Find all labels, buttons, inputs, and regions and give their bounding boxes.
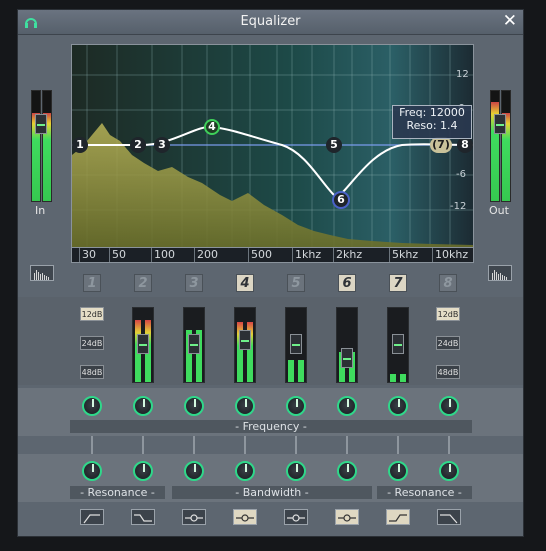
spectrum-analyzer-icon	[492, 270, 507, 280]
eq-node-8[interactable]: 8	[457, 137, 473, 153]
peak-icon	[287, 514, 305, 522]
band8-filter-type-button[interactable]	[437, 509, 461, 525]
band1-frequency-knob[interactable]	[82, 396, 102, 416]
band7-frequency-knob[interactable]	[388, 396, 408, 416]
freq-tick-10khz: 10khz	[432, 248, 468, 262]
band2-frequency-knob[interactable]	[133, 396, 153, 416]
band6-gain-fader[interactable]	[336, 307, 358, 383]
freq-tick-1khz: 1khz	[292, 248, 321, 262]
equalizer-window: Equalizer ✕ In Out 12 -6 -12 1 2 3 4 5 6…	[17, 9, 524, 537]
band4-filter-type-button[interactable]	[233, 509, 257, 525]
db-tick-minus6: -6	[456, 169, 466, 180]
band3-gain-fader[interactable]	[183, 307, 205, 383]
band1-slope-24db[interactable]: 24dB	[80, 336, 104, 350]
eq-node-6[interactable]: 6	[332, 191, 350, 209]
band6-filter-type-button[interactable]	[335, 509, 359, 525]
band3-bandwidth-knob[interactable]	[184, 461, 204, 481]
band1-slope-48db[interactable]: 48dB	[80, 365, 104, 379]
freq-tick-100: 100	[151, 248, 175, 262]
frequency-section-label: - Frequency -	[70, 420, 472, 433]
band-toggle-3[interactable]: 3	[185, 274, 203, 292]
tooltip-reso: Reso: 1.4	[406, 119, 458, 132]
band-toggle-4[interactable]: 4	[236, 274, 254, 292]
band8-slope-48db[interactable]: 48dB	[436, 365, 460, 379]
db-tick-minus12: -12	[450, 201, 467, 212]
band-toggle-8[interactable]: 8	[439, 274, 457, 292]
input-gain-fader[interactable]	[35, 114, 47, 134]
highpass-icon	[83, 514, 100, 524]
bandwidth-section-label: - Bandwidth -	[172, 486, 372, 499]
peak-icon	[185, 514, 203, 522]
node-tooltip: Freq: 12000 Reso: 1.4	[392, 105, 472, 139]
peak-icon	[338, 514, 356, 522]
resonance-section-label-right: - Resonance -	[377, 486, 472, 499]
peak-icon	[236, 514, 254, 522]
band-toggle-2[interactable]: 2	[134, 274, 152, 292]
band1-slope-12db[interactable]: 12dB	[80, 307, 104, 321]
eq-node-1[interactable]: 1	[72, 137, 88, 153]
band1-filter-type-button[interactable]	[80, 509, 104, 525]
db-tick-12: 12	[456, 69, 469, 80]
band8-resonance-knob[interactable]	[439, 461, 459, 481]
tooltip-freq: Freq: 12000	[399, 106, 465, 119]
band5-filter-type-button[interactable]	[284, 509, 308, 525]
band-toggle-1[interactable]: 1	[83, 274, 101, 292]
band8-frequency-knob[interactable]	[439, 396, 459, 416]
output-meter-right	[501, 90, 511, 202]
band2-resonance-knob[interactable]	[133, 461, 153, 481]
titlebar: Equalizer ✕	[18, 10, 523, 35]
output-meter-label: Out	[489, 204, 509, 217]
band6-bandwidth-knob[interactable]	[337, 461, 357, 481]
lowpass-icon	[440, 514, 458, 524]
band4-frequency-knob[interactable]	[235, 396, 255, 416]
freq-tick-200: 200	[194, 248, 218, 262]
band3-filter-type-button[interactable]	[182, 509, 206, 525]
band1-resonance-knob[interactable]	[82, 461, 102, 481]
band6-frequency-knob[interactable]	[337, 396, 357, 416]
close-icon[interactable]: ✕	[503, 11, 517, 31]
freq-tick-30: 30	[79, 248, 96, 262]
input-analyzer-button[interactable]	[30, 265, 54, 281]
freq-tick-500: 500	[248, 248, 272, 262]
band2-filter-type-button[interactable]	[131, 509, 155, 525]
resonance-section-label-left: - Resonance -	[70, 486, 165, 499]
freq-tick-5khz: 5khz	[389, 248, 418, 262]
band5-gain-fader[interactable]	[285, 307, 307, 383]
eq-node-5[interactable]: 5	[326, 137, 342, 153]
band3-frequency-knob[interactable]	[184, 396, 204, 416]
eq-node-3[interactable]: 3	[154, 137, 170, 153]
spectrum-analyzer-icon	[34, 270, 49, 280]
band7-resonance-knob[interactable]	[388, 461, 408, 481]
lowshelf-icon	[134, 514, 152, 522]
output-gain-fader[interactable]	[494, 114, 506, 134]
output-analyzer-button[interactable]	[488, 265, 512, 281]
input-meter-left	[31, 90, 41, 202]
freq-tick-2khz: 2khz	[333, 248, 362, 262]
frequency-axis: 30 50 100 200 500 1khz 2khz 5khz 10khz	[71, 248, 474, 263]
input-meter-label: In	[35, 204, 46, 217]
eq-node-4[interactable]: 4	[204, 119, 220, 135]
freq-tick-50: 50	[109, 248, 126, 262]
band5-bandwidth-knob[interactable]	[286, 461, 306, 481]
eq-node-7[interactable]: (7)	[430, 137, 452, 153]
window-title: Equalizer	[240, 14, 301, 29]
input-meter-right	[42, 90, 52, 202]
band-toggle-7[interactable]: 7	[389, 274, 407, 292]
eq-curve-graph[interactable]: 12 6 -6 -12 1 2 3 4 5 6 (7) 8 Freq: 1200…	[71, 44, 474, 248]
band8-slope-12db[interactable]: 12dB	[436, 307, 460, 321]
band7-gain-fader[interactable]	[387, 307, 409, 383]
output-meter-left	[490, 90, 500, 202]
band4-bandwidth-knob[interactable]	[235, 461, 255, 481]
band2-gain-fader[interactable]	[132, 307, 154, 383]
band5-frequency-knob[interactable]	[286, 396, 306, 416]
highshelf-icon	[389, 514, 407, 522]
band8-slope-24db[interactable]: 24dB	[436, 336, 460, 350]
band-toggle-5[interactable]: 5	[287, 274, 305, 292]
band7-filter-type-button[interactable]	[386, 509, 410, 525]
eq-node-2[interactable]: 2	[130, 137, 146, 153]
band4-gain-fader[interactable]	[234, 307, 256, 383]
band-toggle-6[interactable]: 6	[338, 274, 356, 292]
